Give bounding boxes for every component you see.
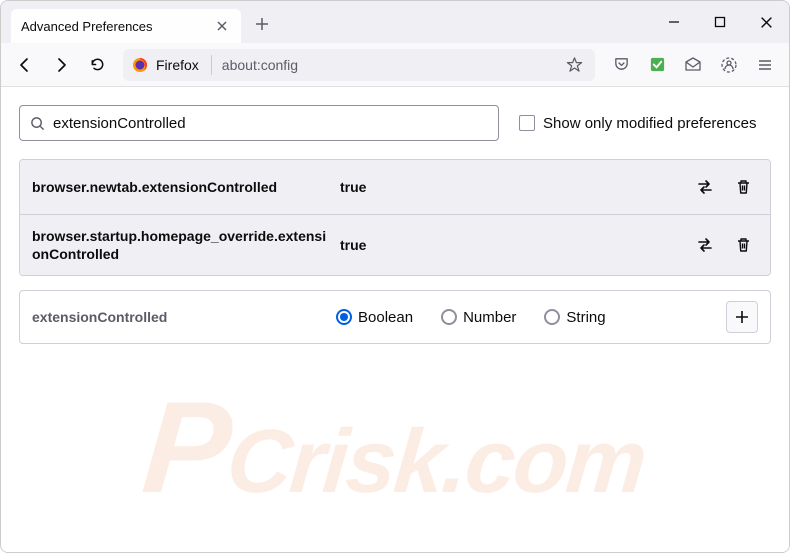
tab-active[interactable]: Advanced Preferences [11, 9, 241, 43]
forward-button[interactable] [45, 49, 77, 81]
show-modified-toggle[interactable]: Show only modified preferences [519, 115, 756, 132]
search-icon [30, 116, 45, 131]
pocket-icon[interactable] [605, 49, 637, 81]
mail-icon[interactable] [677, 49, 709, 81]
radio-label: Number [463, 309, 516, 326]
titlebar: Advanced Preferences [1, 1, 789, 43]
preference-name: browser.startup.homepage_override.extens… [32, 227, 332, 263]
new-preference-name: extensionControlled [32, 309, 332, 325]
url-text: about:config [222, 57, 556, 73]
preference-name: browser.newtab.extensionControlled [32, 178, 332, 196]
delete-icon[interactable] [728, 172, 758, 202]
search-input[interactable] [53, 115, 488, 132]
preference-row[interactable]: browser.startup.homepage_override.extens… [20, 214, 770, 275]
account-icon[interactable] [713, 49, 745, 81]
preference-value: true [340, 179, 682, 195]
checkbox-icon[interactable] [519, 115, 535, 131]
page-content: Show only modified preferences browser.n… [1, 87, 789, 552]
reload-button[interactable] [81, 49, 113, 81]
radio-string[interactable]: String [544, 309, 605, 326]
radio-icon [336, 309, 352, 325]
radio-boolean[interactable]: Boolean [336, 309, 413, 326]
url-prefix: Firefox [154, 57, 201, 73]
radio-number[interactable]: Number [441, 309, 516, 326]
close-window-button[interactable] [743, 1, 789, 43]
tab-title: Advanced Preferences [21, 19, 213, 34]
maximize-button[interactable] [697, 1, 743, 43]
preference-value: true [340, 237, 682, 253]
radio-label: String [566, 309, 605, 326]
firefox-icon [132, 57, 148, 73]
menu-icon[interactable] [749, 49, 781, 81]
toggle-icon[interactable] [690, 172, 720, 202]
extension-icon[interactable] [641, 49, 673, 81]
search-row: Show only modified preferences [19, 105, 771, 141]
toggle-icon[interactable] [690, 230, 720, 260]
back-button[interactable] [9, 49, 41, 81]
minimize-button[interactable] [651, 1, 697, 43]
new-preference-row: extensionControlled Boolean Number Strin… [19, 290, 771, 344]
url-bar[interactable]: Firefox about:config [123, 49, 595, 81]
radio-icon [441, 309, 457, 325]
bookmark-star-icon[interactable] [562, 53, 586, 77]
newtab-button[interactable] [247, 9, 277, 39]
browser-window: Advanced Preferences [0, 0, 790, 553]
navigation-toolbar: Firefox about:config [1, 43, 789, 87]
radio-label: Boolean [358, 309, 413, 326]
watermark: PCrisk.com [0, 372, 790, 522]
preference-row[interactable]: browser.newtab.extensionControlled true [20, 160, 770, 214]
window-controls [651, 1, 789, 43]
delete-icon[interactable] [728, 230, 758, 260]
preference-table: browser.newtab.extensionControlled true … [19, 159, 771, 276]
add-button[interactable] [726, 301, 758, 333]
search-box[interactable] [19, 105, 499, 141]
url-divider [211, 55, 212, 75]
checkbox-label: Show only modified preferences [543, 115, 756, 132]
type-radio-group: Boolean Number String [336, 309, 722, 326]
radio-icon [544, 309, 560, 325]
tabs-area: Advanced Preferences [11, 1, 651, 43]
close-icon[interactable] [213, 17, 231, 35]
